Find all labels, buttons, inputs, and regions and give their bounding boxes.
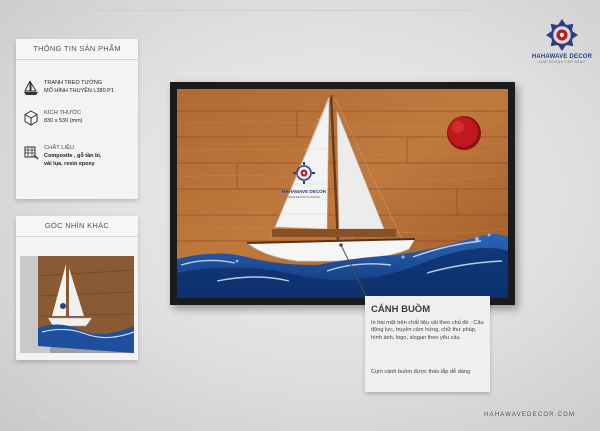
callout-description: In hai mặt trên chất liệu vải theo chủ đ… (371, 320, 484, 341)
sail-callout: CÁNH BUỒM In hai mặt trên chất liệu vải … (365, 296, 490, 392)
left-vertical-divider (38, 365, 39, 417)
website-link[interactable]: HAHAWAVEDECOR.COM (484, 412, 575, 418)
callout-note: Cụm cánh buồm được tháo lắp dễ dàng (371, 369, 471, 375)
callout-pointer (339, 243, 367, 297)
bottom-divider (38, 417, 468, 418)
callout-title: CÁNH BUỒM (371, 304, 431, 315)
